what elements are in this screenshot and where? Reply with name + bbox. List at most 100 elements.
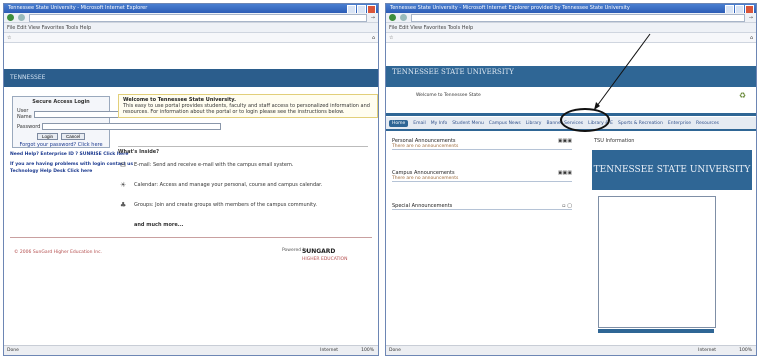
recycle-icon[interactable]: ♻ bbox=[739, 91, 746, 100]
right-menu-bar: File Edit View Favorites Tools Help bbox=[386, 23, 756, 33]
window-title: Tennessee State University - Microsoft I… bbox=[390, 5, 630, 11]
welcome-body: This easy to use portal provides student… bbox=[123, 103, 370, 115]
home-icon[interactable]: ⌂ bbox=[750, 35, 753, 41]
tsu-logo: TENNESSEE STATE UNIVERSITY bbox=[392, 68, 514, 76]
tab-my-info[interactable]: My Info bbox=[431, 121, 448, 126]
login-button[interactable]: Login bbox=[36, 133, 58, 140]
zoom-level[interactable]: 100% bbox=[739, 346, 752, 355]
feature-row-more: and much more... bbox=[134, 222, 364, 228]
maximize-button[interactable] bbox=[357, 5, 366, 13]
tab-enterprise[interactable]: Enterprise bbox=[668, 121, 691, 126]
back-icon[interactable] bbox=[7, 14, 14, 21]
forgot-password-link[interactable]: Forgot your password? Click here bbox=[13, 142, 109, 148]
sungard-subtitle: HIGHER EDUCATION bbox=[302, 257, 348, 262]
left-menu-bar: File Edit View Favorites Tools Help bbox=[4, 23, 378, 33]
channel-controls-icon[interactable]: ▣▣▣ bbox=[558, 170, 572, 176]
left-browser-window: Tennessee State University - Microsoft I… bbox=[3, 3, 379, 356]
minimize-button[interactable] bbox=[347, 5, 356, 13]
left-title-bar: Tennessee State University - Microsoft I… bbox=[4, 4, 378, 13]
window-title: Tennessee State University - Microsoft I… bbox=[8, 5, 148, 11]
close-button[interactable] bbox=[367, 5, 376, 13]
feature-row-calendar: ☀ Calendar: Access and manage your perso… bbox=[120, 181, 364, 189]
channel-personal: Personal Announcements There are no anno… bbox=[392, 138, 572, 150]
minimize-button[interactable] bbox=[725, 5, 734, 13]
feature-row-email: ✉ E-mail: Send and receive e-mail with t… bbox=[120, 161, 364, 169]
channel-subtitle: There are no announcements bbox=[392, 144, 459, 149]
right-nav-toolbar: → bbox=[386, 13, 756, 23]
channel-subtitle: There are no announcements bbox=[392, 176, 459, 181]
address-bar[interactable] bbox=[411, 13, 745, 22]
channel-controls-icon[interactable]: ▫ ▢ bbox=[562, 203, 572, 209]
back-icon[interactable] bbox=[389, 14, 396, 21]
help-desk-link[interactable]: Technology Help Desk Click here bbox=[10, 169, 92, 174]
password-label: Password bbox=[17, 123, 41, 130]
feature-text: Calendar: Access and manage your persona… bbox=[134, 182, 323, 188]
window-controls bbox=[725, 5, 754, 13]
footer-divider bbox=[10, 237, 372, 238]
calendar-icon: ☀ bbox=[120, 181, 127, 189]
whats-inside-heading: What's Inside? bbox=[118, 146, 368, 155]
annotation-circle bbox=[560, 108, 610, 132]
tab-resources[interactable]: Resources bbox=[696, 121, 719, 126]
tab-library[interactable]: Library bbox=[526, 121, 542, 126]
user-name-label: User Name bbox=[17, 108, 32, 120]
menu-items[interactable]: File Edit View Favorites Tools Help bbox=[389, 25, 473, 31]
tab-email[interactable]: Email bbox=[413, 121, 426, 126]
zone-text: Internet bbox=[320, 348, 338, 353]
tsu-info-frame bbox=[598, 196, 716, 328]
right-status-bar: Done Internet 100% bbox=[386, 345, 756, 355]
password-row: Password bbox=[17, 123, 222, 130]
feature-text: Groups: Join and create groups with memb… bbox=[134, 202, 317, 208]
tab-student-menu[interactable]: Student Menu bbox=[452, 121, 484, 126]
tab-sports[interactable]: Sports & Recreation bbox=[618, 121, 663, 126]
tab-home[interactable]: Home bbox=[389, 119, 409, 127]
channel-title: Special Announcements bbox=[392, 203, 453, 209]
address-bar[interactable] bbox=[29, 13, 367, 22]
left-favorites-bar: ☆ ⌂ bbox=[4, 33, 378, 43]
login-box: Secure Access Login User Name Password L… bbox=[12, 96, 222, 148]
favorites-strip bbox=[15, 35, 367, 41]
feature-text[interactable]: and much more... bbox=[134, 222, 184, 228]
login-buttons: Login Cancel bbox=[13, 133, 109, 140]
right-title-bar: Tennessee State University - Microsoft I… bbox=[386, 4, 756, 13]
channel-controls-icon[interactable]: ▣▣▣ bbox=[558, 138, 572, 144]
feature-row-groups: ♣ Groups: Join and create groups with me… bbox=[120, 201, 364, 209]
forward-icon[interactable] bbox=[400, 14, 407, 21]
close-button[interactable] bbox=[745, 5, 754, 13]
welcome-line: Welcome to Tennessee State bbox=[416, 93, 481, 98]
feature-text: E-mail: Send and receive e-mail with the… bbox=[134, 162, 294, 168]
tab-campus-news[interactable]: Campus News bbox=[489, 121, 521, 126]
zone-text: Internet bbox=[698, 348, 716, 353]
portal-banner: TENNESSEE bbox=[4, 69, 378, 87]
go-icon[interactable]: → bbox=[371, 15, 375, 21]
zoom-level[interactable]: 100% bbox=[361, 346, 374, 355]
window-controls bbox=[347, 5, 376, 13]
menu-items[interactable]: File Edit View Favorites Tools Help bbox=[7, 25, 91, 31]
envelope-icon: ✉ bbox=[120, 161, 126, 169]
help-link[interactable]: Need Help? Enterprise ID ? SUNRISE Click… bbox=[10, 152, 128, 157]
status-text: Done bbox=[389, 348, 401, 353]
tsu-info-heading: TSU Information bbox=[594, 138, 635, 144]
channel-campus: Campus Announcements There are no announ… bbox=[392, 170, 572, 182]
cancel-button[interactable]: Cancel bbox=[61, 133, 86, 140]
home-icon[interactable]: ⌂ bbox=[372, 35, 375, 41]
sungard-logo: SUNGARD bbox=[302, 248, 336, 255]
forward-icon[interactable] bbox=[18, 14, 25, 21]
left-status-bar: Done Internet 100% bbox=[4, 345, 378, 355]
right-favorites-bar: ☆ ⌂ bbox=[386, 33, 756, 43]
status-text: Done bbox=[7, 348, 19, 353]
password-field[interactable] bbox=[42, 123, 222, 130]
favorites-strip bbox=[397, 35, 745, 41]
login-title: Secure Access Login bbox=[32, 99, 90, 105]
go-icon[interactable]: → bbox=[749, 15, 753, 21]
maximize-button[interactable] bbox=[735, 5, 744, 13]
left-nav-toolbar: → bbox=[4, 13, 378, 23]
copyright-text: © 2006 SunGard Higher Education Inc. bbox=[14, 250, 102, 255]
star-icon[interactable]: ☆ bbox=[7, 35, 11, 41]
people-icon: ♣ bbox=[120, 201, 127, 209]
channel-special: Special Announcements ▫ ▢ bbox=[392, 203, 572, 210]
problems-link[interactable]: If you are having problems with login co… bbox=[10, 162, 133, 167]
star-icon[interactable]: ☆ bbox=[389, 35, 393, 41]
tsu-frame-scrollbar[interactable] bbox=[598, 329, 714, 333]
welcome-panel: Welcome to Tennessee State University. T… bbox=[118, 94, 378, 118]
